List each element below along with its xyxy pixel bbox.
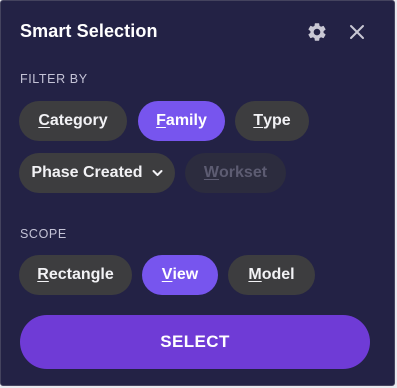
filter-by-label: FILTER BY bbox=[20, 72, 88, 86]
scope-chip-rectangle[interactable]: Rectangle bbox=[19, 255, 132, 295]
gear-icon[interactable] bbox=[306, 21, 328, 43]
scope-chip-rectangle-label: ectangle bbox=[48, 266, 114, 283]
filter-chip-family-label: amily bbox=[165, 112, 207, 129]
scope-chip-rectangle-accel: R bbox=[37, 266, 49, 283]
filter-chip-type-label: ype bbox=[263, 112, 291, 129]
panel-title: Smart Selection bbox=[20, 21, 158, 41]
select-button[interactable]: SELECT bbox=[20, 315, 370, 369]
filter-chip-workset: Workset bbox=[185, 153, 286, 193]
filter-chip-category-accel: C bbox=[38, 112, 50, 129]
filter-chip-family-accel: F bbox=[156, 112, 166, 129]
filter-chip-type-accel: T bbox=[253, 112, 264, 129]
smart-selection-panel: Smart Selection FILTER BY Category Famil… bbox=[0, 0, 395, 386]
filter-chip-type[interactable]: Type bbox=[235, 101, 309, 141]
phase-created-dropdown[interactable]: Phase Created bbox=[19, 153, 175, 193]
scope-chip-view-label: iew bbox=[172, 266, 199, 283]
scope-chip-model[interactable]: Model bbox=[228, 255, 315, 295]
chevron-down-icon bbox=[152, 170, 163, 176]
close-icon[interactable] bbox=[347, 22, 367, 42]
scope-chip-view[interactable]: View bbox=[142, 255, 218, 295]
filter-chip-workset-accel: W bbox=[203, 164, 220, 181]
scope-label: SCOPE bbox=[20, 227, 67, 241]
filter-chip-category[interactable]: Category bbox=[19, 101, 127, 141]
scope-chip-view-accel: V bbox=[161, 266, 173, 283]
scope-chip-model-accel: M bbox=[248, 266, 262, 283]
phase-created-label: Phase Created bbox=[31, 164, 143, 181]
filter-chip-category-label: ategory bbox=[49, 112, 108, 129]
scope-chip-model-label: odel bbox=[261, 266, 295, 283]
filter-chip-workset-label: orkset bbox=[219, 164, 268, 181]
select-button-label: SELECT bbox=[160, 332, 230, 351]
filter-chip-family[interactable]: Family bbox=[138, 101, 225, 141]
